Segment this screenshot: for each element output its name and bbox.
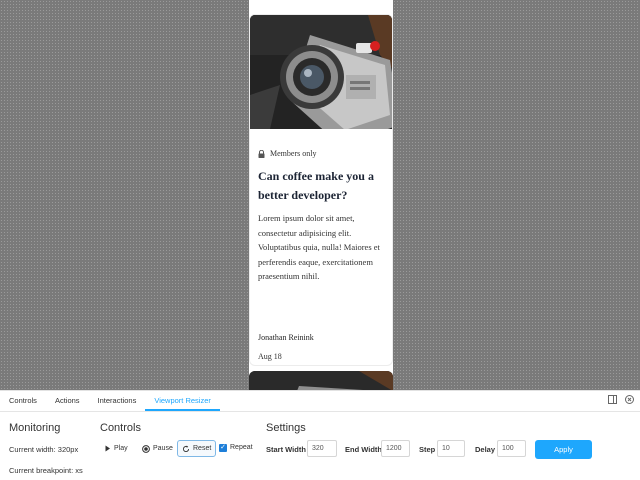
lock-icon [258,149,265,158]
current-width: Current width: 320px [9,445,79,454]
close-icon[interactable] [625,395,634,404]
reset-button[interactable]: Reset [177,440,217,457]
tab-interactions[interactable]: Interactions [89,391,146,411]
reset-icon [183,445,190,452]
play-label: Play [114,445,128,452]
author-name: Jonathan Reinink [258,333,314,342]
controls-title: Controls [100,422,141,434]
card-title[interactable]: Can coffee make you a better developer? [258,167,390,205]
repeat-checkbox[interactable]: ✓ [219,444,227,452]
start-width-input[interactable] [307,440,337,457]
addon-panel: Controls Actions Interactions Viewport R… [0,390,640,480]
preview-canvas: Members only Can coffee make you a bette… [0,0,640,390]
step-input[interactable] [437,440,465,457]
next-card-image [249,371,393,390]
delay-input[interactable] [497,440,526,457]
article-card[interactable]: Members only Can coffee make you a bette… [249,14,393,366]
post-date: Aug 18 [258,352,282,361]
card-body: Lorem ipsum dolor sit amet, consectetur … [258,213,380,281]
pause-icon [142,444,150,453]
end-width-input[interactable] [381,440,410,457]
play-button[interactable]: Play [99,440,133,457]
members-badge: Members only [258,149,316,158]
pause-label: Pause [153,445,173,452]
camera-photo [250,15,392,129]
members-label: Members only [270,149,317,158]
card-image [250,15,392,129]
sidebar-toggle-icon[interactable] [608,395,617,404]
step-label: Step [419,445,436,454]
pause-button[interactable]: Pause [137,440,178,457]
end-width-label: End Width [345,445,383,454]
play-icon [105,445,110,452]
tab-viewport-resizer[interactable]: Viewport Resizer [145,391,220,411]
apply-button[interactable]: Apply [535,440,592,459]
viewport-frame: Members only Can coffee make you a bette… [249,0,393,390]
current-breakpoint: Current breakpoint: xs [9,466,83,475]
settings-title: Settings [266,422,306,434]
repeat-label: Repeat [230,444,253,451]
addon-tabs: Controls Actions Interactions Viewport R… [0,391,640,412]
monitoring-title: Monitoring [9,422,61,434]
delay-label: Delay [475,445,496,454]
tab-controls[interactable]: Controls [0,391,46,411]
reset-label: Reset [193,445,212,452]
start-width-label: Start Width [266,445,306,454]
tab-actions[interactable]: Actions [46,391,89,411]
